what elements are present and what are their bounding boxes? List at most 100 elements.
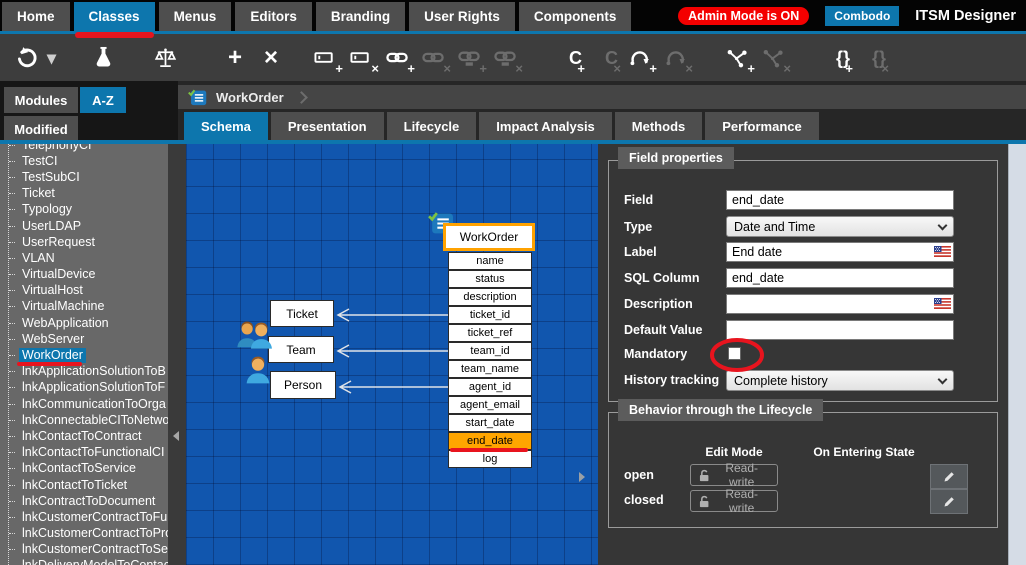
class-list-item[interactable]: lnkContactToContract <box>0 428 168 444</box>
class-tab[interactable]: Performance <box>705 112 818 141</box>
label-label: Label <box>624 245 657 259</box>
delete-transition-icon[interactable]: × <box>660 42 690 74</box>
description-input[interactable] <box>726 294 954 314</box>
delete-link-icon[interactable]: × <box>418 42 448 74</box>
delete-icon[interactable]: × <box>248 42 278 74</box>
class-list-item[interactable]: lnkContactToFunctionalCI <box>0 445 168 461</box>
class-list-item[interactable]: VirtualDevice <box>0 267 168 283</box>
class-list-item[interactable]: VLAN <box>0 250 168 266</box>
nav-tab[interactable]: Classes <box>74 2 155 31</box>
delete-class-icon[interactable]: C × <box>588 42 618 74</box>
undo-menu-caret-icon[interactable]: ▾ <box>44 42 56 74</box>
class-list-item[interactable]: Typology <box>0 202 168 218</box>
delete-preset-icon[interactable]: {} × <box>856 42 886 74</box>
nav-tab[interactable]: Home <box>2 2 70 31</box>
related-class-ticket[interactable]: Ticket <box>270 300 334 327</box>
class-list-item[interactable]: lnkConnectableCIToNetwo <box>0 412 168 428</box>
collapse-panel-handle[interactable] <box>579 472 585 482</box>
add-icon[interactable]: + <box>212 42 242 74</box>
diagram-field-row[interactable]: team_name <box>448 360 532 378</box>
modified-filter-button[interactable]: Modified <box>4 116 78 142</box>
diagram-class-box[interactable]: WorkOrder <box>443 223 535 251</box>
class-tab[interactable]: Methods <box>615 112 702 141</box>
sidebar-tab-az[interactable]: A-Z <box>80 87 126 113</box>
label-input[interactable] <box>726 242 954 262</box>
add-class-icon[interactable]: C + <box>552 42 582 74</box>
class-list-item[interactable]: VirtualHost <box>0 283 168 299</box>
class-tab[interactable]: Impact Analysis <box>479 112 612 141</box>
related-class-team[interactable]: Team <box>268 336 334 363</box>
class-list-item[interactable]: lnkApplicationSolutionToB <box>0 364 168 380</box>
add-transition-icon[interactable]: + <box>624 42 654 74</box>
field-input[interactable] <box>726 190 954 210</box>
delete-field-icon[interactable]: × <box>346 42 376 74</box>
diagram-field-label: log <box>483 453 498 465</box>
diagram-field-row[interactable]: team_id <box>448 342 532 360</box>
class-tab[interactable]: Schema <box>184 112 268 141</box>
nav-tab[interactable]: Branding <box>316 2 405 31</box>
sql-column-input[interactable] <box>726 268 954 288</box>
class-list-item[interactable]: TelephonyCI <box>0 144 168 153</box>
class-list-item[interactable]: lnkCustomerContractToSer <box>0 542 168 558</box>
class-list-item[interactable]: WebApplication <box>0 315 168 331</box>
class-list-item[interactable]: lnkDeliveryModelToContac <box>0 558 168 565</box>
add-external-key-icon[interactable]: + <box>454 42 484 74</box>
diagram-field-row[interactable]: ticket_id <box>448 306 532 324</box>
delete-external-key-icon[interactable]: × <box>490 42 520 74</box>
schema-canvas[interactable]: WorkOrder name status description ticket… <box>186 144 598 565</box>
nav-tab[interactable]: Editors <box>235 2 312 31</box>
class-list-item[interactable]: lnkCustomerContractToPro <box>0 526 168 542</box>
diagram-field-row[interactable]: end_date <box>448 432 532 450</box>
nav-tab[interactable]: Components <box>519 2 632 31</box>
undo-icon[interactable] <box>12 42 42 74</box>
class-list-item[interactable]: UserLDAP <box>0 218 168 234</box>
class-list-item[interactable]: lnkCommunicationToOrga <box>0 396 168 412</box>
class-list-item[interactable]: lnkContractToDocument <box>0 493 168 509</box>
related-class-person[interactable]: Person <box>270 371 336 399</box>
add-field-icon[interactable]: + <box>310 42 340 74</box>
simulation-flask-icon[interactable] <box>88 42 118 74</box>
class-list-item[interactable]: VirtualMachine <box>0 299 168 315</box>
add-link-icon[interactable]: + <box>382 42 412 74</box>
edit-entering-state-button-open[interactable] <box>930 464 968 489</box>
diagram-field-row[interactable]: start_date <box>448 414 532 432</box>
diagram-field-row[interactable]: description <box>448 288 532 306</box>
class-list-item[interactable]: lnkContactToTicket <box>0 477 168 493</box>
class-list-item-label: lnkContactToContract <box>19 429 145 444</box>
sidebar-splitter[interactable] <box>168 144 186 565</box>
compare-scales-icon[interactable] <box>150 42 180 74</box>
collapse-sidebar-handle[interactable] <box>173 431 179 441</box>
class-list-item[interactable]: TestSubCI <box>0 169 168 185</box>
class-list-item[interactable]: lnkContactToService <box>0 461 168 477</box>
class-list-item[interactable]: lnkApplicationSolutionToF <box>0 380 168 396</box>
diagram-field-row[interactable]: log <box>448 450 532 468</box>
diagram-field-row[interactable]: ticket_ref <box>448 324 532 342</box>
edit-mode-button-closed[interactable]: Read-write <box>690 490 778 512</box>
vertical-scrollbar[interactable] <box>1008 144 1026 565</box>
breadcrumb-class-name[interactable]: WorkOrder <box>216 90 284 105</box>
class-list-item[interactable]: TestCI <box>0 153 168 169</box>
class-list-item[interactable]: WebServer <box>0 331 168 347</box>
nav-tab[interactable]: User Rights <box>409 2 515 31</box>
type-select[interactable]: Date and Time <box>726 216 954 237</box>
class-list[interactable]: TelephonyCI TestCI TestSubCI Ticket Typo… <box>0 144 168 565</box>
class-list-item[interactable]: Ticket <box>0 186 168 202</box>
class-tab[interactable]: Presentation <box>271 112 384 141</box>
admin-mode-badge: Admin Mode is ON <box>678 7 809 25</box>
class-tab[interactable]: Lifecycle <box>387 112 477 141</box>
sidebar-tab-modules[interactable]: Modules <box>4 87 78 113</box>
diagram-field-row[interactable]: name <box>448 252 532 270</box>
diagram-field-row[interactable]: status <box>448 270 532 288</box>
add-preset-icon[interactable]: {} + <box>820 42 850 74</box>
class-list-item[interactable]: UserRequest <box>0 234 168 250</box>
class-tab-label: Methods <box>632 119 685 134</box>
diagram-field-row[interactable]: agent_id <box>448 378 532 396</box>
class-list-item[interactable]: WorkOrder <box>0 347 168 363</box>
edit-mode-button-open[interactable]: Read-write <box>690 464 778 486</box>
edit-entering-state-button-closed[interactable] <box>930 489 968 514</box>
diagram-field-row[interactable]: agent_email <box>448 396 532 414</box>
add-relation-icon[interactable]: + <box>722 42 752 74</box>
class-list-item[interactable]: lnkCustomerContractToFu <box>0 509 168 525</box>
delete-relation-icon[interactable]: × <box>758 42 788 74</box>
nav-tab[interactable]: Menus <box>159 2 232 31</box>
